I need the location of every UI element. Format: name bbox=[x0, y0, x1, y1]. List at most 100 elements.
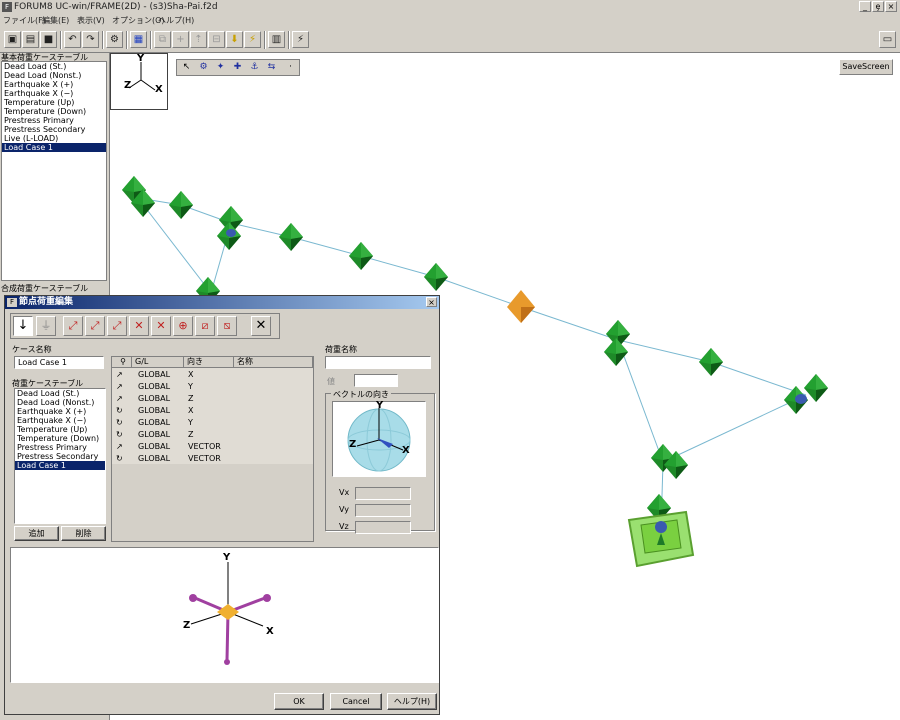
undo-icon[interactable]: ↶ bbox=[64, 31, 81, 48]
moment-x-icon[interactable]: ✕ bbox=[129, 316, 149, 336]
load-y-icon[interactable]: ⤢ bbox=[85, 316, 105, 336]
app-icon[interactable]: F bbox=[2, 2, 12, 12]
support-block[interactable] bbox=[627, 510, 695, 568]
basic-case-list[interactable]: Dead Load (St.) Dead Load (Nonst.) Earth… bbox=[1, 61, 107, 281]
table-row[interactable]: ↗ GLOBAL VECTOR bbox=[112, 441, 313, 453]
load-name-field[interactable] bbox=[325, 356, 431, 369]
copy-icon[interactable]: ⧉ bbox=[154, 31, 171, 48]
list-item[interactable]: Prestress Primary bbox=[2, 116, 106, 125]
calc-icon[interactable]: ⚙ bbox=[106, 31, 123, 48]
vx-label: Vx bbox=[339, 488, 350, 497]
load-x-icon[interactable]: ⤢ bbox=[63, 316, 83, 336]
fit-tool-icon[interactable]: ⇆ bbox=[264, 61, 279, 74]
list-item[interactable]: Prestress Secondary bbox=[2, 125, 106, 134]
grid-header-direction: 向き bbox=[184, 357, 234, 368]
dialog-title-bar: F 節点荷重編集 bbox=[5, 296, 439, 309]
dialog-icon: F bbox=[7, 298, 17, 307]
value-field[interactable] bbox=[354, 374, 398, 387]
add-button[interactable]: 追加 bbox=[14, 526, 59, 541]
table-row[interactable]: ↻ GLOBAL VECTOR bbox=[112, 453, 313, 465]
redo-icon[interactable]: ↷ bbox=[82, 31, 99, 48]
load-case-list[interactable]: Dead Load (St.) Dead Load (Nonst.) Earth… bbox=[14, 388, 106, 524]
vector-sphere-view[interactable]: Y Z X bbox=[332, 400, 426, 477]
table-row[interactable]: ↻ GLOBAL Y bbox=[112, 417, 313, 429]
list-item[interactable]: Temperature (Up) bbox=[2, 98, 106, 107]
save-screen-button[interactable]: SaveScreen bbox=[839, 59, 893, 75]
menu-help[interactable]: ヘルプ(H) bbox=[158, 14, 194, 27]
moment-y-icon[interactable]: ✕ bbox=[151, 316, 171, 336]
anchor-tool-icon[interactable]: ⚓ bbox=[247, 61, 262, 74]
node-load-dialog: F 節点荷重編集 × ↓ ⏚ ⤢ ⤢ ⤢ ✕ ✕ ⊕ ⧄ ⧅ ✕ ケース名称 L… bbox=[4, 295, 440, 715]
list-item[interactable]: Earthquake X (+) bbox=[15, 407, 105, 416]
rotate-tool-icon[interactable]: ⚙ bbox=[196, 61, 211, 74]
cancel-button[interactable]: Cancel bbox=[330, 693, 382, 710]
table-row[interactable]: ↻ GLOBAL X bbox=[112, 405, 313, 417]
list-item[interactable]: Earthquake X (−) bbox=[2, 89, 106, 98]
value-label: 値 bbox=[327, 377, 335, 386]
report-icon[interactable]: ▥ bbox=[268, 31, 285, 48]
moment-icon[interactable]: ⏚ bbox=[36, 316, 56, 336]
menu-edit[interactable]: 編集(E) bbox=[42, 14, 69, 27]
vy-field[interactable] bbox=[355, 504, 411, 517]
table-row[interactable]: ↗ GLOBAL X bbox=[112, 369, 313, 381]
list-item[interactable]: Dead Load (Nonst.) bbox=[2, 71, 106, 80]
support-icon[interactable]: ⇡ bbox=[190, 31, 207, 48]
vector-load-icon[interactable]: ⧄ bbox=[195, 316, 215, 336]
list-item[interactable]: Earthquake X (−) bbox=[15, 416, 105, 425]
list-item[interactable]: Dead Load (St.) bbox=[15, 389, 105, 398]
vz-field[interactable] bbox=[355, 521, 411, 534]
vector-moment-icon[interactable]: ⧅ bbox=[217, 316, 237, 336]
select-tool-icon[interactable]: ↖ bbox=[179, 61, 194, 74]
axis-x-label: X bbox=[155, 84, 163, 95]
save-icon[interactable]: ■ bbox=[40, 31, 57, 48]
list-item[interactable]: Live (L-LOAD) bbox=[2, 134, 106, 143]
load-icon[interactable]: ⬇ bbox=[226, 31, 243, 48]
zoom-tool-icon[interactable]: ✚ bbox=[230, 61, 245, 74]
list-item-selected[interactable]: Load Case 1 bbox=[2, 143, 106, 152]
load-name-label: 荷重名称 bbox=[325, 345, 357, 354]
close-button[interactable]: × bbox=[885, 1, 897, 12]
check-icon[interactable]: ⚡ bbox=[244, 31, 261, 48]
list-item[interactable]: Prestress Primary bbox=[15, 443, 105, 452]
point-tool-icon[interactable]: · bbox=[283, 61, 298, 74]
minimize-button[interactable]: _ bbox=[859, 1, 871, 12]
list-item[interactable]: Dead Load (Nonst.) bbox=[15, 398, 105, 407]
member-icon[interactable]: ⊟ bbox=[208, 31, 225, 48]
vx-field[interactable] bbox=[355, 487, 411, 500]
dialog-title: 節点荷重編集 bbox=[19, 297, 74, 307]
menu-view[interactable]: 表示(V) bbox=[77, 14, 105, 27]
add-node-icon[interactable]: + bbox=[172, 31, 189, 48]
load-grid[interactable]: ⚲ G/L 向き 名称 ↗ GLOBAL X ↗ GLOBAL Y ↗ GLOBAL Z ↻… bbox=[111, 356, 314, 542]
list-item[interactable]: Temperature (Down) bbox=[2, 107, 106, 116]
toolbar-separator bbox=[264, 31, 266, 49]
delete-load-icon[interactable]: ✕ bbox=[251, 316, 271, 336]
list-item-selected[interactable]: Load Case 1 bbox=[15, 461, 105, 470]
moment-z-icon[interactable]: ⊕ bbox=[173, 316, 193, 336]
delete-button[interactable]: 削除 bbox=[61, 526, 106, 541]
list-item[interactable]: Dead Load (St.) bbox=[2, 62, 106, 71]
list-item[interactable]: Temperature (Down) bbox=[15, 434, 105, 443]
window-title: FORUM8 UC-win/FRAME(2D) - (s3)Sha-Pai.f2… bbox=[14, 2, 218, 12]
grid-icon[interactable]: ▦ bbox=[130, 31, 147, 48]
menu-file[interactable]: ファイル(F) bbox=[3, 14, 46, 27]
pan-tool-icon[interactable]: ✦ bbox=[213, 61, 228, 74]
load-z-icon[interactable]: ⤢ bbox=[107, 316, 127, 336]
case-name-field[interactable]: Load Case 1 bbox=[14, 356, 104, 369]
table-row[interactable]: ↗ GLOBAL Y bbox=[112, 381, 313, 393]
restore-button[interactable]: ȩ bbox=[872, 1, 884, 12]
dialog-close-button[interactable]: × bbox=[426, 297, 437, 307]
list-item[interactable]: Temperature (Up) bbox=[15, 425, 105, 434]
list-item[interactable]: Earthquake X (+) bbox=[2, 80, 106, 89]
menu-options[interactable]: オプション(O) bbox=[112, 14, 165, 27]
new-icon[interactable]: ▣ bbox=[4, 31, 21, 48]
window-icon[interactable]: ▭ bbox=[879, 31, 896, 48]
title-bar: F FORUM8 UC-win/FRAME(2D) - (s3)Sha-Pai.… bbox=[0, 0, 900, 14]
list-item[interactable]: Prestress Secondary bbox=[15, 452, 105, 461]
open-icon[interactable]: ▤ bbox=[22, 31, 39, 48]
table-row[interactable]: ↻ GLOBAL Z bbox=[112, 429, 313, 441]
force-down-icon[interactable]: ↓ bbox=[13, 316, 33, 336]
table-row[interactable]: ↗ GLOBAL Z bbox=[112, 393, 313, 405]
ok-button[interactable]: OK bbox=[274, 693, 324, 710]
chart-icon[interactable]: ⚡ bbox=[292, 31, 309, 48]
help-button[interactable]: ヘルプ(H) bbox=[387, 693, 437, 710]
